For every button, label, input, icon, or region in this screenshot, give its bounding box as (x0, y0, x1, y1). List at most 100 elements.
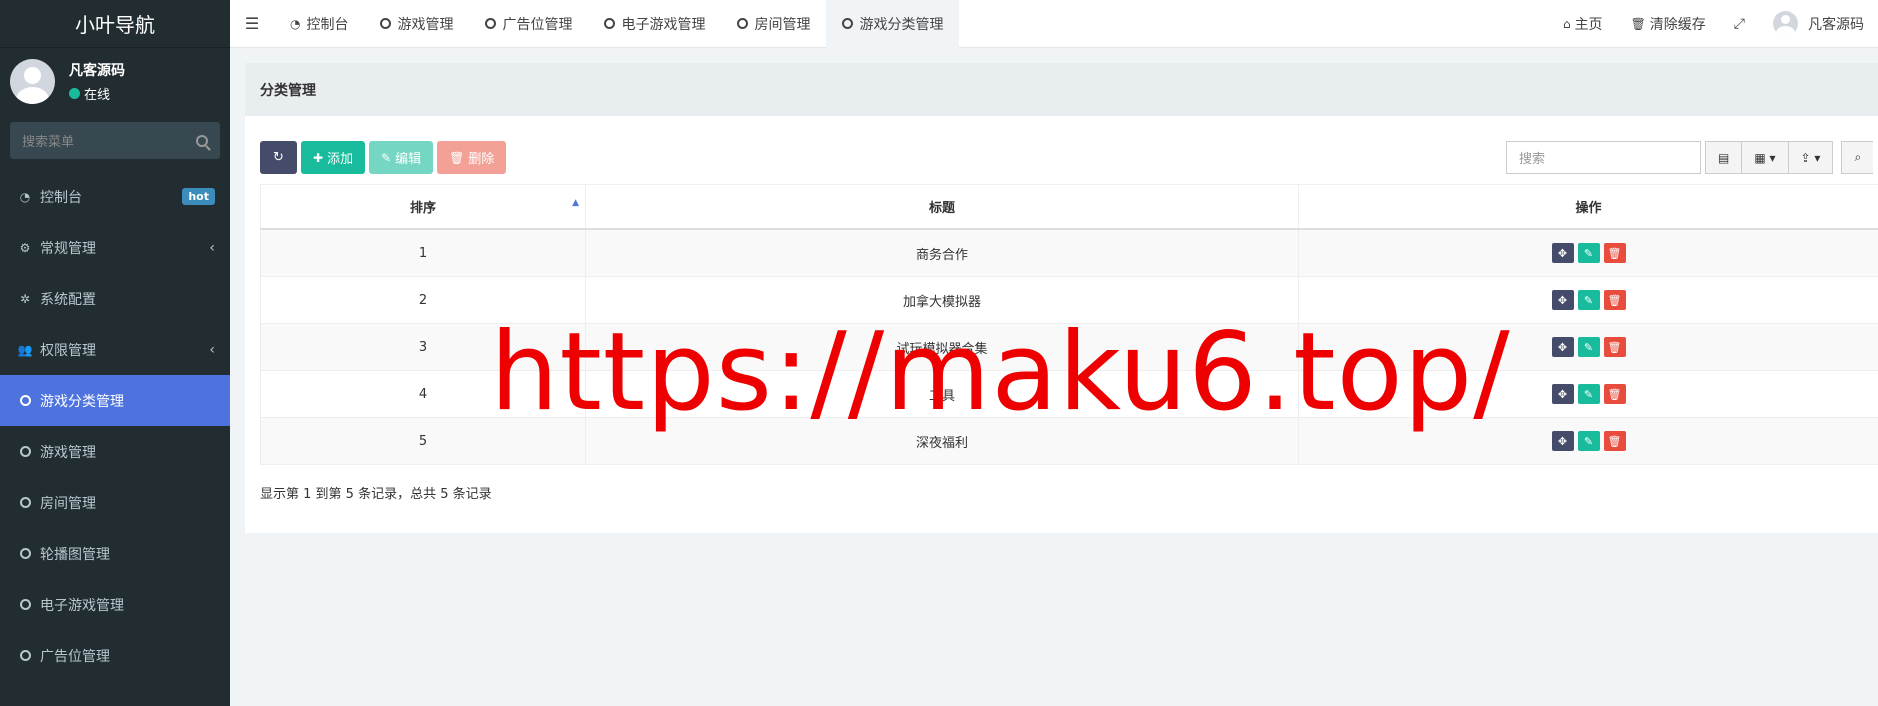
edit-icon[interactable]: ✎ (1577, 337, 1600, 357)
move-icon[interactable]: ✥ (1551, 243, 1574, 263)
fullscreen-icon[interactable]: ⤢ (1720, 16, 1759, 32)
tab-dashboard[interactable]: ◔ 控制台 (274, 0, 364, 48)
tab-rooms[interactable]: 房间管理 (721, 0, 826, 48)
table-row[interactable]: 1 商务合作 ✥ ✎ 🗑 (260, 230, 1878, 277)
tab-label: 游戏管理 (397, 16, 454, 33)
toolbar: ↻ ✚ 添加 ✎ 编辑 🗑 删除 (260, 141, 507, 174)
cell-title: 商务合作 (586, 230, 1299, 276)
add-button[interactable]: ✚ 添加 (301, 141, 366, 174)
sidebar-item-config[interactable]: ✲ 系统配置 (0, 273, 230, 324)
circle-icon (842, 18, 854, 29)
cell-order: 1 (260, 230, 586, 276)
columns-button[interactable]: ▦ ▾ (1741, 141, 1789, 174)
sidebar-item-label: 权限管理 (40, 342, 96, 359)
edit-button[interactable]: ✎ 编辑 (369, 141, 434, 174)
export-button[interactable]: ⇪ ▾ (1787, 141, 1834, 174)
sidebar-item-game-category[interactable]: 游戏分类管理 (0, 375, 230, 426)
refresh-button[interactable]: ↻ (260, 141, 297, 174)
topbar-username: 凡客源码 (1808, 16, 1864, 33)
sidebar: 小叶导航 凡客源码 在线 搜索菜单 ◔ 控制台 hot ⚙ 常规管理 ‹ ✲ 系… (0, 0, 230, 706)
delete-icon[interactable]: 🗑 (1603, 431, 1626, 451)
home-link[interactable]: ⌂ 主页 (1549, 14, 1617, 34)
sidebar-item-label: 常规管理 (40, 240, 96, 257)
chevron-left-icon: ‹ (209, 239, 215, 256)
th-title[interactable]: 标题 (586, 185, 1299, 228)
tab-label: 游戏分类管理 (859, 16, 944, 33)
circle-icon (18, 650, 32, 661)
panel-title: 分类管理 (245, 63, 1878, 116)
sidebar-item-ads[interactable]: 广告位管理 (0, 630, 230, 681)
circle-icon (18, 497, 32, 508)
topbar-right: ⌂ 主页 🗑 清除缓存 ⤢ 凡客源码 (1549, 0, 1878, 48)
online-dot-icon (69, 87, 80, 99)
table-search-placeholder: 搜索 (1519, 152, 1546, 167)
circle-icon (18, 446, 32, 457)
advanced-search-button[interactable]: ⌕ (1841, 141, 1874, 174)
delete-icon[interactable]: 🗑 (1603, 384, 1626, 404)
sidebar-item-games[interactable]: 游戏管理 (0, 426, 230, 477)
th-order[interactable]: 排序 ▲ (260, 185, 586, 228)
move-icon[interactable]: ✥ (1551, 431, 1574, 451)
circle-icon (737, 18, 749, 29)
sidebar-item-egames[interactable]: 电子游戏管理 (0, 579, 230, 630)
move-icon[interactable]: ✥ (1551, 337, 1574, 357)
user-name: 凡客源码 (69, 62, 125, 79)
table-header: 排序 ▲ 标题 操作 (260, 185, 1878, 230)
sidebar-item-auth[interactable]: 👥 权限管理 ‹ (0, 324, 230, 375)
tab-ads[interactable]: 广告位管理 (469, 0, 588, 48)
clear-cache-label: 清除缓存 (1649, 16, 1706, 33)
cog-icon: ✲ (19, 291, 31, 306)
delete-icon[interactable]: 🗑 (1603, 243, 1626, 263)
move-icon[interactable]: ✥ (1551, 290, 1574, 310)
tab-label: 房间管理 (754, 16, 811, 33)
edit-icon[interactable]: ✎ (1577, 243, 1600, 263)
table-search-input[interactable]: 搜索 (1506, 141, 1701, 174)
pencil-icon: ✎ (381, 150, 392, 165)
move-icon[interactable]: ✥ (1551, 384, 1574, 404)
add-label: 添加 (327, 152, 354, 167)
search-icon[interactable] (196, 134, 208, 147)
circle-icon (604, 18, 616, 29)
tab-game-category[interactable]: 游戏分类管理 (826, 0, 960, 48)
sidebar-item-label: 系统配置 (40, 291, 96, 308)
menu-search-input[interactable]: 搜索菜单 (10, 122, 220, 159)
edit-icon[interactable]: ✎ (1577, 290, 1600, 310)
menu-toggle-icon[interactable]: ☰ (230, 0, 274, 48)
home-label: 主页 (1574, 16, 1603, 33)
trash-icon: 🗑 (449, 150, 465, 165)
user-menu[interactable]: 凡客源码 (1759, 11, 1878, 36)
columns-icon: ▦ ▾ (1754, 150, 1776, 165)
user-status: 在线 (69, 84, 125, 103)
edit-label: 编辑 (395, 152, 422, 167)
plus-icon: ✚ (313, 150, 324, 165)
sidebar-item-general[interactable]: ⚙ 常规管理 ‹ (0, 222, 230, 273)
delete-icon[interactable]: 🗑 (1603, 290, 1626, 310)
circle-icon (18, 599, 32, 610)
sidebar-item-label: 电子游戏管理 (40, 597, 124, 614)
delete-icon[interactable]: 🗑 (1603, 337, 1626, 357)
chevron-left-icon: ‹ (209, 341, 215, 358)
sidebar-item-label: 轮播图管理 (40, 546, 110, 563)
sidebar-item-label: 游戏管理 (40, 444, 96, 461)
delete-label: 删除 (468, 152, 495, 167)
edit-icon[interactable]: ✎ (1577, 384, 1600, 404)
dashboard-icon: ◔ (290, 16, 301, 31)
edit-icon[interactable]: ✎ (1577, 431, 1600, 451)
table-tools: 搜索 ▤ ▦ ▾ ⇪ ▾ ⌕ (1506, 141, 1874, 174)
sidebar-item-carousel[interactable]: 轮播图管理 (0, 528, 230, 579)
trash-icon: 🗑 (1630, 16, 1646, 31)
app-logo[interactable]: 小叶导航 (0, 0, 230, 48)
hot-badge: hot (182, 188, 215, 205)
sidebar-item-label: 房间管理 (40, 495, 96, 512)
circle-icon (380, 18, 392, 29)
sidebar-item-dashboard[interactable]: ◔ 控制台 hot (0, 171, 230, 222)
sidebar-item-rooms[interactable]: 房间管理 (0, 477, 230, 528)
circle-icon (485, 18, 497, 29)
toggle-view-button[interactable]: ▤ (1705, 141, 1743, 174)
delete-button[interactable]: 🗑 删除 (437, 141, 507, 174)
search-icon: ⌕ (1854, 150, 1862, 164)
clear-cache-button[interactable]: 🗑 清除缓存 (1617, 14, 1720, 34)
tab-egames[interactable]: 电子游戏管理 (588, 0, 721, 48)
tab-games[interactable]: 游戏管理 (364, 0, 469, 48)
menu-search-placeholder: 搜索菜单 (22, 135, 75, 150)
